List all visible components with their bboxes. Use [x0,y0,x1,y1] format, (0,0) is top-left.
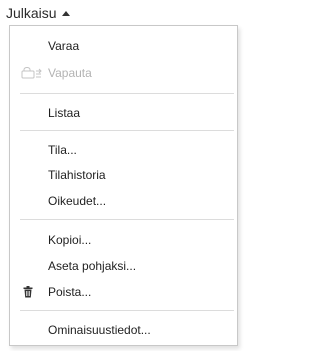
caret-up-icon [61,11,70,16]
menu-item-vapauta: Vapauta [10,63,237,83]
menu-item-ominaisuustiedot[interactable]: Ominaisuustiedot... [10,320,237,340]
release-lock-icon [21,63,43,83]
menu-item-listaa-label: Listaa [48,106,81,120]
menu-item-kopioi[interactable]: Kopioi... [10,230,237,250]
menu-divider [20,310,234,311]
menu-item-poista[interactable]: Poista... [10,282,237,302]
menu-divider [20,130,234,131]
menu-item-varaa-label: Varaa [48,39,80,53]
menu-item-tila[interactable]: Tila... [10,140,237,160]
menu-item-tilahistoria-label: Tilahistoria [48,168,106,182]
menubar-julkaisu-label: Julkaisu [6,5,57,21]
menu-divider [20,219,234,220]
menu-item-vapauta-label: Vapauta [48,66,92,80]
menu-item-aseta-pohjaksi-label: Aseta pohjaksi... [48,259,137,273]
menu-divider [20,93,234,94]
menu-item-aseta-pohjaksi[interactable]: Aseta pohjaksi... [10,256,237,276]
menu-item-oikeudet-label: Oikeudet... [48,194,107,208]
julkaisu-dropdown-menu: Varaa Vapauta Listaa Tila... Tilahistori… [9,25,238,346]
menu-item-poista-label: Poista... [48,285,92,299]
menu-item-kopioi-label: Kopioi... [48,233,92,247]
menu-item-tilahistoria[interactable]: Tilahistoria [10,165,237,185]
trash-icon [23,282,33,302]
menu-item-listaa[interactable]: Listaa [10,103,237,123]
menubar-julkaisu[interactable]: Julkaisu [6,4,70,22]
menu-item-ominaisuustiedot-label: Ominaisuustiedot... [48,323,151,337]
menu-item-varaa[interactable]: Varaa [10,36,237,56]
menu-item-oikeudet[interactable]: Oikeudet... [10,191,237,211]
menu-item-tila-label: Tila... [48,143,77,157]
